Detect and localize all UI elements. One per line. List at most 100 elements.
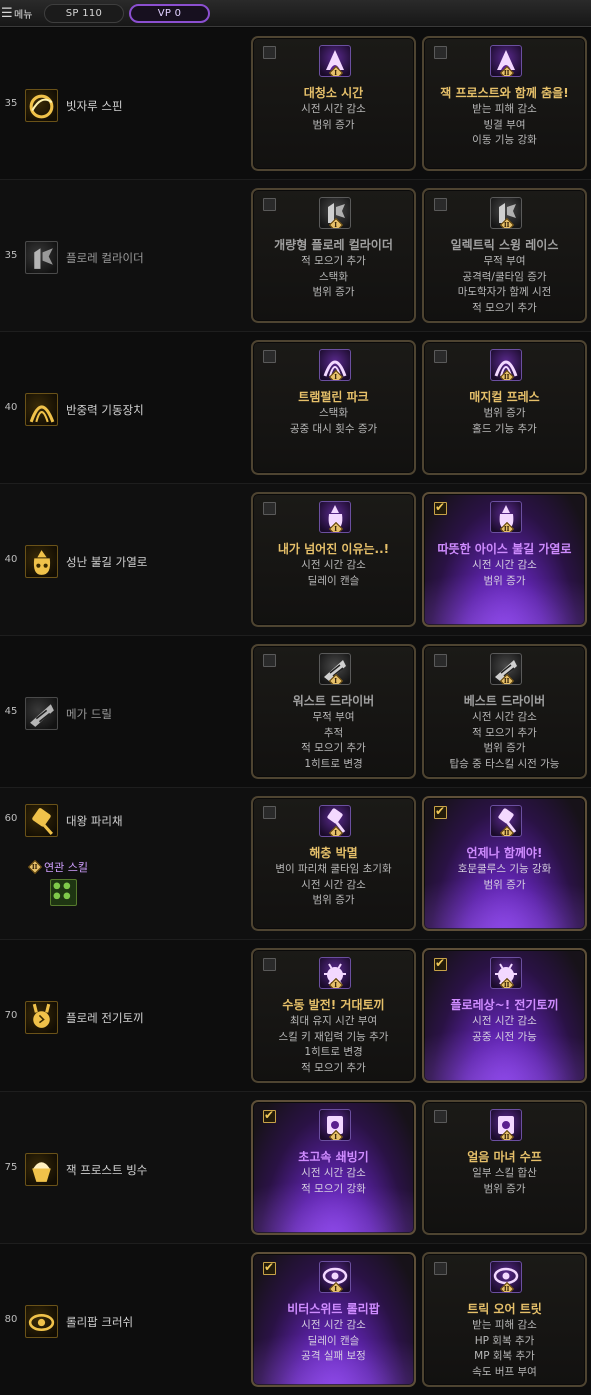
- option-card-2[interactable]: II 잭 프로스트와 함께 춤을! 받는 피해 감소 빙결 부여 이동 기능 강화: [422, 36, 587, 171]
- sp-counter: SP 110: [44, 4, 124, 23]
- option-checkbox[interactable]: [263, 806, 276, 819]
- option-effect: 일부 스킬 합산: [472, 1167, 537, 1179]
- option-checkbox[interactable]: [434, 198, 447, 211]
- option-effect: 공격 실패 보정: [301, 1350, 366, 1362]
- option-effect: 범위 증가: [483, 407, 526, 419]
- flame-bag-icon: I: [319, 501, 351, 533]
- option-effects: 스택화 공중 대시 횟수 증가: [253, 406, 414, 437]
- option-checkbox[interactable]: [434, 654, 447, 667]
- drill-icon: I: [319, 653, 351, 685]
- related-skill[interactable]: II 연관 스킬: [27, 859, 88, 875]
- option-title: 얼음 마녀 수프: [467, 1150, 542, 1164]
- furnace-bag-icon: [25, 545, 58, 578]
- electric-rabbit-icon: [25, 1001, 58, 1034]
- option-title: 언제나 함께야!: [466, 846, 543, 860]
- option-effect: 범위 증가: [483, 878, 526, 891]
- option-card-1[interactable]: I 해충 박멸 변이 파리채 쿨타임 초기화 시전 시간 감소 범위 증가: [251, 796, 416, 931]
- option-checkbox[interactable]: [263, 350, 276, 363]
- option-effect: 추적: [323, 726, 344, 739]
- option-card-1[interactable]: I 트램펄린 파크 스택화 공중 대시 횟수 증가: [251, 340, 416, 475]
- option-effect: 속도 버프 부여: [472, 1365, 537, 1378]
- option-effects: 시전 시간 감소 적 모으기 강화: [253, 1166, 414, 1197]
- option-effect: MP 회복 추가: [474, 1350, 535, 1362]
- option-card-1[interactable]: I 워스트 드라이버 무적 부여 추적 적 모으기 추가 1히트로 변경: [251, 644, 416, 779]
- option-effect: 이동 기능 강화: [472, 134, 537, 146]
- option-card-2[interactable]: II 플로레상~! 전기토끼 시전 시간 감소공중 시전 가능: [422, 948, 587, 1083]
- option-effect: 적 모으기 추가: [301, 742, 366, 754]
- option-checkbox[interactable]: [263, 654, 276, 667]
- option-checkbox[interactable]: [434, 46, 447, 59]
- option-checkbox[interactable]: [263, 958, 276, 971]
- option-effect: 탑승 중 타스킬 시전 가능: [449, 757, 560, 770]
- related-skill-icon[interactable]: [50, 879, 77, 906]
- option-checkbox[interactable]: [263, 198, 276, 211]
- option-effect: 받는 피해 감소: [472, 1319, 537, 1331]
- collider-icon: I: [319, 197, 351, 229]
- option-card-2[interactable]: II 따뜻한 아이스 불길 가열로 시전 시간 감소범위 증가: [422, 492, 587, 627]
- option-card-1[interactable]: I 개량형 플로레 컬라이더 적 모으기 추가 스택화 범위 증가: [251, 188, 416, 323]
- swatter-icon: II: [490, 805, 522, 837]
- skill-level: 35: [4, 98, 18, 109]
- skill-name: 잭 프로스트 빙수: [66, 1163, 148, 1177]
- option-effect: 공중 대시 횟수 증가: [289, 422, 378, 435]
- option-card-2[interactable]: II 언제나 함께야! 호문쿨루스 기능 강화범위 증가: [422, 796, 587, 931]
- option-checkbox[interactable]: [434, 1110, 447, 1123]
- option-effect: 딜레이 캔슬: [307, 1334, 360, 1347]
- option-effect: 무적 부여: [483, 255, 526, 267]
- option-card-2[interactable]: II 베스트 드라이버 시전 시간 감소 적 모으기 추가 범위 증가 탑승 중 타스…: [422, 644, 587, 779]
- skill-row: 60 대왕 파리채 II 연관 스킬 I 해충 박멸 변이 파리채 쿨타임 초기화…: [0, 788, 591, 940]
- mega-drill-icon: [25, 697, 58, 730]
- option-effect: 범위 증가: [312, 286, 355, 298]
- rabbit-icon: I: [319, 957, 351, 989]
- option-title: 비터스위트 롤리팝: [287, 1302, 380, 1316]
- option-card-2[interactable]: II 매지컬 프레스 범위 증가 홀드 기능 추가: [422, 340, 587, 475]
- option-title: 따뜻한 아이스 불길 가열로: [437, 542, 572, 556]
- option-card-1[interactable]: I 비터스위트 롤리팝 시전 시간 감소딜레이 캔슬공격 실패 보정: [251, 1252, 416, 1387]
- option-card-1[interactable]: I 초고속 쇄빙기 시전 시간 감소적 모으기 강화: [251, 1100, 416, 1235]
- option-effect: 범위 증가: [483, 574, 526, 587]
- option-effect: 범위 증가: [312, 894, 355, 906]
- option-title: 워스트 드라이버: [292, 694, 375, 708]
- option-card-2[interactable]: II 일렉트릭 스윙 레이스 무적 부여 공격력/쿨타임 증가 마도학자가 함께 시…: [422, 188, 587, 323]
- option-effect: 마도학자가 함께 시전: [457, 286, 552, 298]
- skill-level: 45: [4, 706, 18, 717]
- option-checkbox[interactable]: [434, 956, 447, 971]
- option-card-2[interactable]: II 얼음 마녀 수프 일부 스킬 합산 범위 증가: [422, 1100, 587, 1235]
- option-card-1[interactable]: I 수동 발전! 거대토끼 최대 유지 시간 부여 스킬 키 재입력 기능 추가 1…: [251, 948, 416, 1083]
- menu-button[interactable]: ☰ 메뉴: [0, 0, 32, 27]
- skill-level: 40: [4, 402, 18, 413]
- option-effects: 최대 유지 시간 부여 스킬 키 재입력 기능 추가 1히트로 변경 적 모으기 추가: [253, 1014, 414, 1076]
- option-effects: 적 모으기 추가 스택화 범위 증가: [253, 254, 414, 301]
- option-checkbox[interactable]: [434, 804, 447, 819]
- option-checkbox[interactable]: [263, 502, 276, 515]
- option-checkbox[interactable]: [263, 46, 276, 59]
- option-effects: 시전 시간 감소 적 모으기 추가 범위 증가 탑승 중 타스킬 시전 가능: [424, 710, 585, 772]
- option-effect: 호문쿨루스 기능 강화: [457, 863, 552, 875]
- option-card-1[interactable]: I 내가 넘어진 이유는..! 시전 시간 감소 딜레이 캔슬: [251, 492, 416, 627]
- option-title: 트램펄린 파크: [298, 390, 369, 404]
- option-card-1[interactable]: I 대청소 시간 시전 시간 감소 범위 증가: [251, 36, 416, 171]
- option-checkbox[interactable]: [434, 500, 447, 515]
- arch-icon: II: [490, 349, 522, 381]
- option-effects: 시전 시간 감소 딜레이 캔슬: [253, 558, 414, 589]
- option-title: 일렉트릭 스윙 레이스: [450, 238, 559, 252]
- option-effect: 최대 유지 시간 부여: [289, 1015, 378, 1027]
- skill-name: 성난 불길 가열로: [66, 555, 148, 569]
- option-title: 내가 넘어진 이유는..!: [277, 542, 390, 556]
- option-title: 수동 발전! 거대토끼: [282, 998, 385, 1012]
- option-checkbox[interactable]: [434, 1262, 447, 1275]
- option-effect: 공격력/쿨타임 증가: [462, 270, 547, 283]
- option-card-2[interactable]: II 트릭 오어 트릿 받는 피해 감소 HP 회복 추가 MP 회복 추가 속도 버…: [422, 1252, 587, 1387]
- option-effects: 무적 부여 공격력/쿨타임 증가 마도학자가 함께 시전 적 모으기 추가: [424, 254, 585, 316]
- option-effect: 시전 시간 감소: [301, 878, 366, 891]
- skill-level: 40: [4, 554, 18, 565]
- skill-row: 45 메가 드릴 I 워스트 드라이버 무적 부여 추적 적 모으기 추가 1히트로 변…: [0, 636, 591, 788]
- option-effect: 스택화: [319, 270, 348, 283]
- skill-name: 대왕 파리채: [66, 814, 123, 828]
- option-effects: 시전 시간 감소 범위 증가: [253, 102, 414, 133]
- option-checkbox[interactable]: [263, 1108, 276, 1123]
- option-checkbox[interactable]: [434, 350, 447, 363]
- option-effects: 호문쿨루스 기능 강화범위 증가: [424, 862, 585, 893]
- option-checkbox[interactable]: [263, 1260, 276, 1275]
- option-effect: 범위 증가: [483, 1182, 526, 1195]
